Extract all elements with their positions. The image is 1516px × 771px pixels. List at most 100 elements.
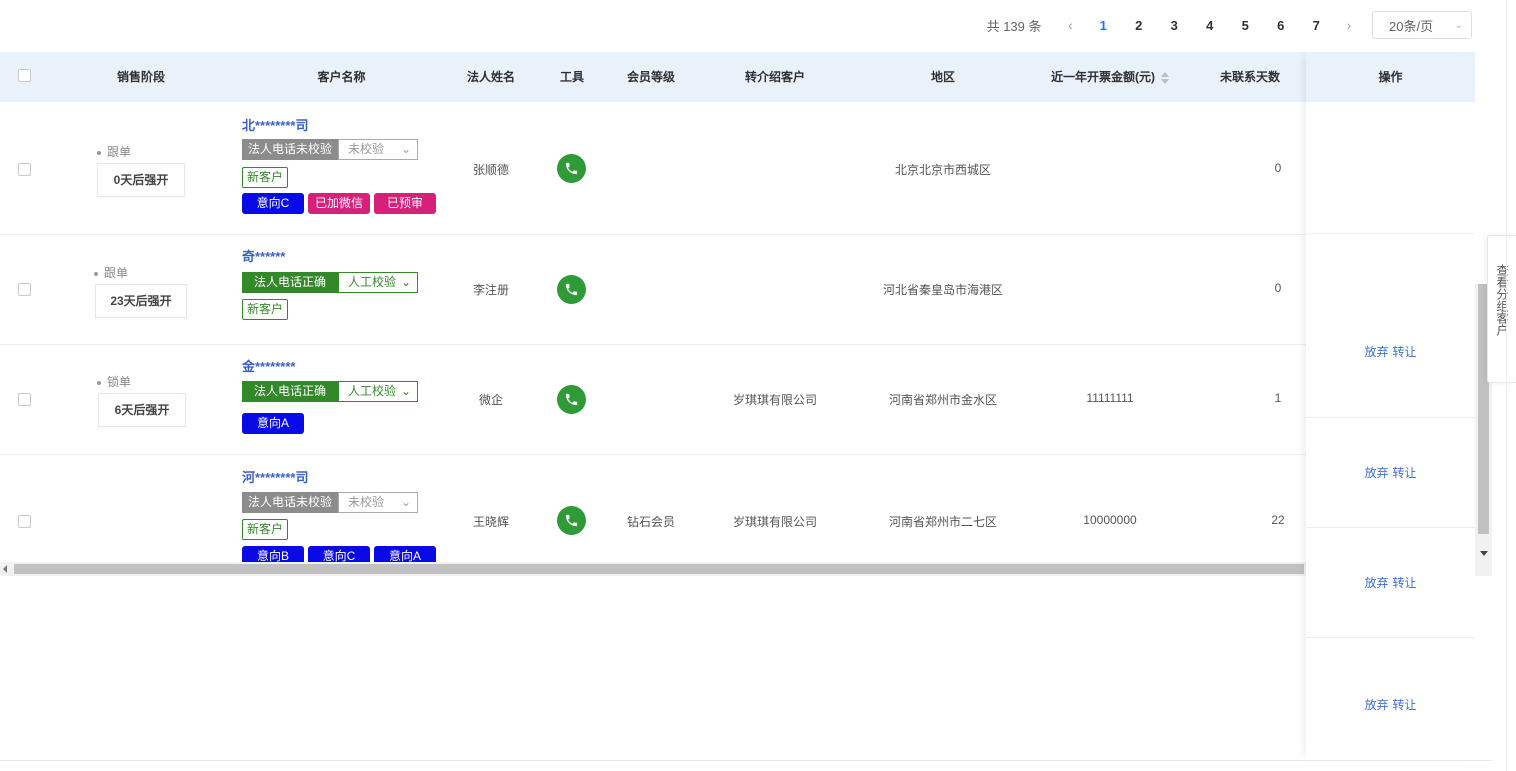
sort-icon[interactable] <box>1161 71 1169 84</box>
verify-status-label: 法人电话未校验 <box>242 139 338 160</box>
stage-text: 跟单 <box>97 143 131 160</box>
region: 河南省郑州市金水区 <box>888 393 997 407</box>
verify-status-label: 法人电话正确 <box>242 272 338 293</box>
region: 北京北京市西城区 <box>894 163 991 177</box>
scroll-down-icon[interactable] <box>1480 551 1488 556</box>
header-ops: 操作 <box>1306 52 1475 102</box>
phone-call-button[interactable] <box>557 275 586 304</box>
customer-name-link[interactable]: 奇****** <box>242 246 285 265</box>
header-name: 客户名称 <box>317 70 366 84</box>
invoice-amount: 11111111 <box>1086 391 1134 405</box>
page-6[interactable]: 6 <box>1263 18 1299 33</box>
stage-label: 锁单 <box>107 375 132 389</box>
page-1[interactable]: 1 <box>1086 18 1122 33</box>
page-5[interactable]: 5 <box>1228 18 1264 33</box>
intent-tag: 意向A <box>374 546 436 562</box>
intent-tags: 意向B 意向C 意向A <box>242 546 440 562</box>
page-size-select[interactable]: 20条/页 ⌄ <box>1372 11 1472 39</box>
header-amount[interactable]: 近一年开票金额(元) <box>1036 52 1184 102</box>
intent-tags: 意向A <box>242 413 308 434</box>
divider <box>0 760 1492 761</box>
invoice-amount: 10000000 <box>1083 513 1137 527</box>
transfer-link[interactable]: 转让 <box>1393 698 1417 712</box>
force-open-countdown: 0天后强开 <box>97 163 185 197</box>
view-group-customers-tab[interactable]: 查看分组客户 <box>1487 235 1516 383</box>
intent-tags: 意向C 已加微信 已预审 <box>242 193 440 214</box>
scroll-thumb[interactable] <box>14 564 1304 574</box>
verify-status-label: 法人电话正确 <box>242 381 338 402</box>
chevron-down-icon: ⌄ <box>400 275 411 289</box>
phone-call-button[interactable] <box>557 385 586 414</box>
transfer-link[interactable]: 转让 <box>1393 466 1417 480</box>
region: 河北省秦皇岛市海港区 <box>882 283 1003 297</box>
horizontal-scrollbar[interactable] <box>0 562 1492 576</box>
phone-icon <box>565 514 578 527</box>
pagination: 共 139 条 ‹ 1 2 3 4 5 6 7 › 20条/页 ⌄ <box>987 10 1472 40</box>
page-4[interactable]: 4 <box>1192 18 1228 33</box>
header-days[interactable]: 未联系天数 <box>1220 52 1320 102</box>
legal-name: 李注册 <box>472 283 509 297</box>
stage-label: 跟单 <box>107 145 132 159</box>
header-legal: 法人姓名 <box>466 70 515 84</box>
row-checkbox[interactable] <box>18 515 31 528</box>
days-uncontacted: 22 <box>1271 513 1285 527</box>
phone-icon <box>565 162 578 175</box>
intent-tag: 意向C <box>242 193 304 214</box>
op-cell: 放弃 转让 <box>1306 638 1475 760</box>
verify-select[interactable]: 人工校验 ⌄ <box>338 381 418 402</box>
stage-text: 跟单 <box>94 264 128 281</box>
phone-call-button[interactable] <box>557 506 586 535</box>
verify-select[interactable]: 未校验 ⌄ <box>338 492 418 513</box>
new-customer-tag: 新客户 <box>242 167 289 188</box>
table-row: 锁单 6天后强开 金******** 法人电话正确 人工校验 ⌄ 意向A 微企 岁… <box>0 345 1475 455</box>
stage-text: 锁单 <box>97 373 131 390</box>
total-count: 共 139 条 <box>986 18 1042 34</box>
abandon-link[interactable]: 放弃 <box>1364 698 1388 712</box>
abandon-link[interactable]: 放弃 <box>1364 576 1388 590</box>
legal-name: 微企 <box>478 393 503 407</box>
scroll-left-icon[interactable] <box>3 565 7 573</box>
verify-select-value: 人工校验 <box>348 384 397 398</box>
intent-tag: 意向A <box>242 413 304 434</box>
row-checkbox[interactable] <box>18 393 31 406</box>
chevron-down-icon: ⌄ <box>400 142 411 156</box>
member-level: 钻石会员 <box>626 515 675 529</box>
verify-select-value: 未校验 <box>348 142 385 156</box>
page-3[interactable]: 3 <box>1157 18 1193 33</box>
chevron-down-icon: ⌄ <box>400 384 411 398</box>
verify-select[interactable]: 未校验 ⌄ <box>338 139 418 160</box>
legal-name: 王晓辉 <box>472 515 509 529</box>
page-7[interactable]: 7 <box>1299 18 1335 33</box>
days-uncontacted: 0 <box>1274 281 1282 295</box>
customer-name-link[interactable]: 金******** <box>242 356 295 375</box>
abandon-link[interactable]: 放弃 <box>1364 466 1388 480</box>
tag-row: 新客户 <box>242 299 289 320</box>
verify-select[interactable]: 人工校验 ⌄ <box>338 272 418 293</box>
referral-customer: 岁琪琪有限公司 <box>732 515 817 529</box>
intent-tag: 意向B <box>242 546 304 562</box>
customer-name-link[interactable]: 北********司 <box>242 115 308 134</box>
page-2[interactable]: 2 <box>1121 18 1157 33</box>
transfer-link[interactable]: 转让 <box>1393 576 1417 590</box>
table-row: 河********司 法人电话未校验 未校验 ⌄ 新客户 意向B 意向C 意向A … <box>0 455 1475 562</box>
abandon-link[interactable]: 放弃 <box>1364 345 1388 359</box>
row-checkbox[interactable] <box>18 163 31 176</box>
force-open-countdown: 23天后强开 <box>95 284 187 318</box>
legal-name: 张顺德 <box>472 163 509 177</box>
divider <box>1506 0 1507 771</box>
verify-select-value: 人工校验 <box>348 275 397 289</box>
customer-name-link[interactable]: 河********司 <box>242 467 308 486</box>
header-tool: 工具 <box>559 70 584 84</box>
select-all-checkbox[interactable] <box>18 69 31 82</box>
transfer-link[interactable]: 转让 <box>1393 345 1417 359</box>
prev-page-icon[interactable]: ‹ <box>1056 17 1086 33</box>
phone-call-button[interactable] <box>557 154 586 183</box>
wechat-tag: 已加微信 <box>308 193 370 214</box>
operations-column: 操作 放弃 转让 放弃 转让 放弃 转让 放弃 转让 <box>1306 52 1475 760</box>
prereview-tag: 已预审 <box>374 193 436 214</box>
header-member: 会员等级 <box>626 70 675 84</box>
row-checkbox[interactable] <box>18 283 31 296</box>
days-uncontacted: 0 <box>1274 161 1282 175</box>
next-page-icon[interactable]: › <box>1334 17 1364 33</box>
phone-verify: 法人电话正确 人工校验 ⌄ <box>242 381 418 402</box>
